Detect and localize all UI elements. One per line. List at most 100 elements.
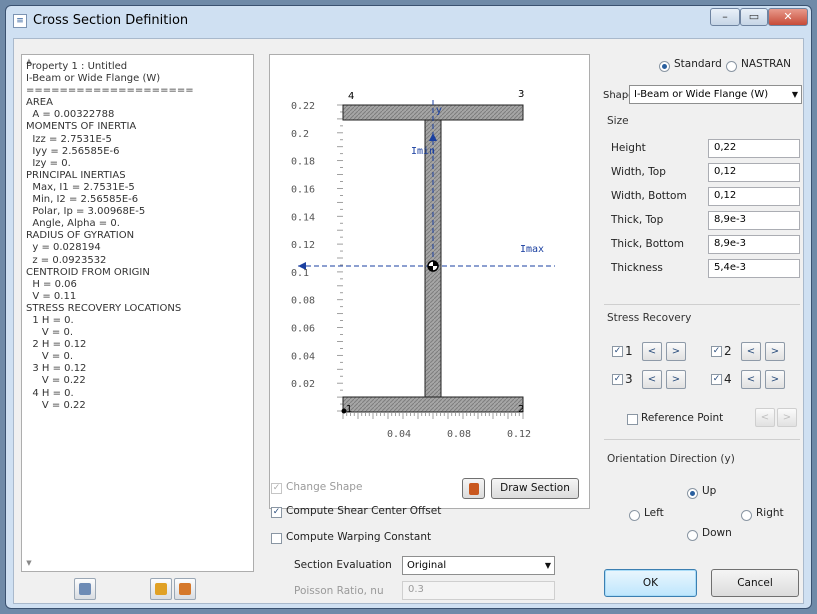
nastran-radio[interactable]: [726, 61, 737, 72]
y-tick-label: 0.02: [291, 379, 315, 390]
reference-prev-button[interactable]: <: [755, 408, 775, 427]
draw-section-button[interactable]: Draw Section: [491, 478, 579, 499]
property-line: Iyy = 2.56585E-6: [26, 145, 120, 157]
size-field-input[interactable]: 0,12: [708, 187, 800, 206]
orientation-up-radio[interactable]: [687, 488, 698, 499]
shape-tool-button[interactable]: [462, 478, 485, 499]
y-tick-label: 0.12: [291, 240, 315, 251]
size-field-input[interactable]: 8,9e-3: [708, 235, 800, 254]
property-line: ====================: [26, 85, 194, 97]
stress-point-prev-button[interactable]: <: [741, 342, 761, 361]
stress-point-checkbox[interactable]: ✓: [612, 346, 623, 357]
print-button[interactable]: [174, 578, 196, 600]
property-line: Angle, Alpha = 0.: [26, 218, 120, 230]
property-line: Polar, Ip = 3.00968E-5: [26, 206, 146, 218]
size-field-label: Thick, Bottom: [611, 238, 685, 250]
stress-point-prev-button[interactable]: <: [642, 342, 662, 361]
size-field-input[interactable]: 0,22: [708, 139, 800, 158]
compute-warping-label: Compute Warping Constant: [286, 531, 432, 543]
y-tick-label: 0.2: [291, 129, 309, 140]
reference-point-label: Reference Point: [641, 412, 724, 424]
poisson-ratio-input[interactable]: 0.3: [402, 581, 555, 600]
properties-text: Property 1 : Untitled I-Beam or Wide Flan…: [26, 61, 194, 412]
app-icon: ≡: [13, 14, 27, 28]
size-field-label: Height: [611, 142, 646, 154]
reference-next-button[interactable]: >: [777, 408, 797, 427]
property-line: A = 0.00322788: [26, 109, 115, 121]
corner-label-4: 4: [348, 91, 354, 102]
stress-point-checkbox[interactable]: ✓: [711, 374, 722, 385]
property-line: V = 0.: [26, 351, 74, 363]
orientation-title: Orientation Direction (y): [607, 453, 735, 465]
property-line: Izz = 2.7531E-5: [26, 133, 112, 145]
ok-button[interactable]: OK: [604, 569, 697, 597]
section-evaluation-value: Original: [407, 560, 447, 571]
property-line: CENTROID FROM ORIGIN: [26, 266, 150, 278]
orientation-up-label: Up: [702, 485, 717, 497]
standard-radio[interactable]: [659, 61, 670, 72]
property-line: z = 0.0923532: [26, 254, 107, 266]
imin-label: Imin: [411, 146, 435, 157]
stress-point-prev-button[interactable]: <: [642, 370, 662, 389]
property-line: 1 H = 0.: [26, 314, 74, 326]
size-field-input[interactable]: 8,9e-3: [708, 211, 800, 230]
property-line: AREA: [26, 97, 53, 109]
i-beam-drawing: 0.220.20.180.160.140.120.10.080.060.040.…: [291, 89, 555, 440]
divider: [604, 439, 800, 440]
stress-point-next-button[interactable]: >: [666, 370, 686, 389]
x-tick-labels: 0.04 0.08 0.12: [387, 429, 531, 440]
orientation-right-radio[interactable]: [741, 510, 752, 521]
property-line: 4 H = 0.: [26, 387, 74, 399]
orientation-down-label: Down: [702, 527, 732, 539]
reference-point-checkbox[interactable]: [627, 414, 638, 425]
export-icon: [155, 583, 167, 595]
cancel-button[interactable]: Cancel: [711, 569, 799, 597]
size-field-input[interactable]: 0,12: [708, 163, 800, 182]
stress-point-checkbox[interactable]: ✓: [612, 374, 623, 385]
orientation-down-radio[interactable]: [687, 530, 698, 541]
property-line: H = 0.06: [26, 278, 77, 290]
title-bar[interactable]: ≡ Cross Section Definition – ▭ ✕: [6, 6, 811, 34]
property-line: STRESS RECOVERY LOCATIONS: [26, 302, 182, 314]
size-field-label: Thickness: [611, 262, 663, 274]
copy-icon: [79, 583, 91, 595]
orientation-left-radio[interactable]: [629, 510, 640, 521]
property-line: V = 0.22: [26, 399, 86, 411]
size-field-label: Width, Bottom: [611, 190, 687, 202]
section-evaluation-select[interactable]: Original ▼: [402, 556, 555, 575]
size-field-input[interactable]: 5,4e-3: [708, 259, 800, 278]
y-axis-label: y: [436, 105, 442, 116]
compute-warping-checkbox[interactable]: [271, 533, 282, 544]
copy-properties-button[interactable]: [74, 578, 96, 600]
compute-shear-center-checkbox[interactable]: ✓: [271, 507, 282, 518]
section-properties-list[interactable]: ▲ Property 1 : Untitled I-Beam or Wide Fl…: [21, 54, 254, 572]
stress-point-next-button[interactable]: >: [765, 370, 785, 389]
stress-point-checkbox[interactable]: ✓: [711, 346, 722, 357]
stress-point-label: 3: [625, 372, 633, 386]
divider: [604, 304, 800, 305]
property-line: Izy = 0.: [26, 157, 71, 169]
shape-select[interactable]: I-Beam or Wide Flange (W) ▼: [629, 85, 802, 104]
scroll-down-icon[interactable]: ▼: [22, 559, 36, 571]
y-tick-labels: 0.22 0.2 0.18 0.16 0.14 0.12 0.1 0.08 0.06 0.04 0.…: [291, 101, 315, 390]
property-line: V = 0.22: [26, 375, 86, 387]
y-tick-label: 0.16: [291, 184, 315, 195]
y-tick-label: 0.14: [291, 212, 315, 223]
poisson-ratio-label: Poisson Ratio, nu: [294, 585, 384, 597]
stress-point-prev-button[interactable]: <: [741, 370, 761, 389]
stress-point-next-button[interactable]: >: [666, 342, 686, 361]
cross-section-dialog: ≡ Cross Section Definition – ▭ ✕ ▲ Prope…: [5, 5, 812, 609]
maximize-button[interactable]: ▭: [740, 8, 768, 26]
close-button[interactable]: ✕: [768, 8, 808, 26]
window-title: Cross Section Definition: [33, 13, 189, 28]
property-line: V = 0.: [26, 327, 74, 339]
chevron-down-icon: ▼: [544, 561, 551, 570]
y-tick-label: 0.18: [291, 157, 315, 168]
stress-point-next-button[interactable]: >: [765, 342, 785, 361]
corner-label-3: 3: [518, 89, 524, 100]
export-button[interactable]: [150, 578, 172, 600]
y-tick-label: 0.08: [291, 296, 315, 307]
change-shape-checkbox[interactable]: ✓: [271, 483, 282, 494]
minimize-button[interactable]: –: [710, 8, 740, 26]
section-evaluation-label: Section Evaluation: [294, 559, 392, 571]
